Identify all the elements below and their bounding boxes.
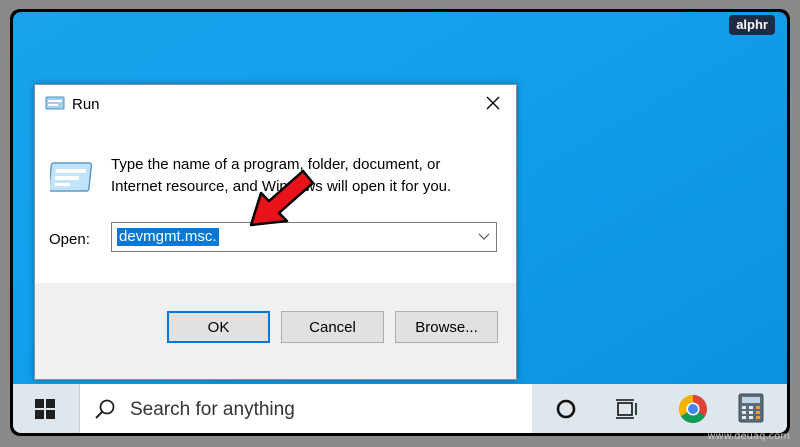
dialog-title: Run [72,96,100,113]
windows-start-icon[interactable] [35,399,55,424]
run-dialog: Run Type the name of a program, folder, … [34,84,517,380]
open-label: Open: [49,231,90,248]
task-view-icon[interactable] [614,396,640,422]
close-icon [486,96,500,110]
taskbar-search-box[interactable]: Search for anything [79,384,532,433]
run-program-icon [48,159,94,200]
browse-button[interactable]: Browse... [395,311,498,343]
screenshot-frame: Run Type the name of a program, folder, … [10,9,790,436]
search-placeholder: Search for anything [130,399,295,420]
taskbar: Search for anything [13,384,787,433]
dropdown-button[interactable] [472,223,496,251]
cancel-button[interactable]: Cancel [281,311,384,343]
run-icon [45,95,65,116]
watermark: www.deuaq.com [707,431,790,442]
search-icon [94,398,116,425]
cortana-icon[interactable] [553,396,579,422]
title-bar[interactable]: Run [35,85,516,123]
open-input-value[interactable]: devmgmt.msc. [117,228,219,246]
calculator-icon[interactable] [738,393,764,423]
annotation-arrow-icon [247,167,317,234]
ok-button[interactable]: OK [167,311,270,343]
chrome-icon[interactable] [678,394,708,424]
desktop: Run Type the name of a program, folder, … [13,12,787,433]
brand-logo: alphr [729,15,775,35]
close-button[interactable] [470,85,516,121]
chevron-down-icon [478,233,490,240]
